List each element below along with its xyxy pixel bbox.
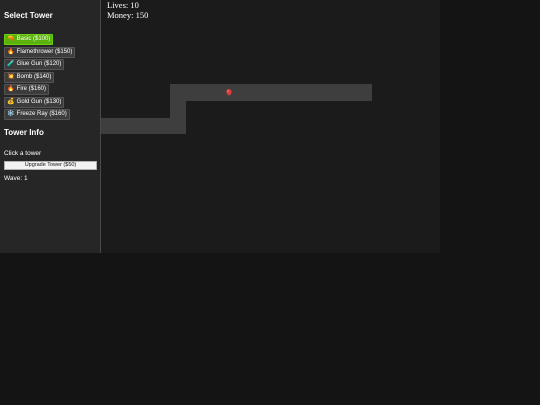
- money-bag-icon: 💰: [7, 98, 15, 105]
- balloon-enemy: [226, 89, 232, 96]
- upgrade-tower-button[interactable]: Upgrade Tower ($50): [4, 161, 97, 170]
- test-tube-icon: 🧪: [7, 61, 15, 67]
- tower-label: Freeze Ray ($160): [16, 111, 67, 117]
- tower-label: Flamethrower ($150): [16, 48, 73, 55]
- tower-label: Basic ($100): [16, 36, 51, 42]
- fire-icon: 🔥: [7, 86, 15, 92]
- tower-info-text: Click a tower: [4, 150, 42, 157]
- money-counter: Money: 150: [107, 9, 149, 20]
- tower-button-gold-gun[interactable]: 💰 Gold Gun ($130): [4, 96, 65, 108]
- sidebar: Select Tower 🔫 Basic ($100) 🔥 Flamethrow…: [0, 0, 101, 253]
- tower-label: Glue Gun ($120): [16, 61, 62, 67]
- tower-button-freeze-ray[interactable]: ❄️ Freeze Ray ($160): [4, 109, 70, 120]
- tower-label: Fire ($160): [16, 86, 47, 92]
- fire-icon: 🔥: [7, 48, 15, 55]
- stats-panel: Lives: 10 Money: 150: [107, 0, 149, 20]
- tower-button-basic[interactable]: 🔫 Basic ($100): [4, 34, 54, 45]
- tower-defense-app: Select Tower 🔫 Basic ($100) 🔥 Flamethrow…: [0, 0, 440, 253]
- enemy-path-segment: [170, 84, 372, 101]
- gun-icon: 🔫: [7, 36, 15, 42]
- wave-counter: Wave: 1: [4, 175, 28, 182]
- select-tower-heading: Select Tower: [4, 11, 53, 20]
- tower-button-flamethrower[interactable]: 🔥 Flamethrower ($150): [4, 46, 76, 58]
- tower-label: Gold Gun ($130): [16, 98, 62, 105]
- explosion-icon: 💥: [7, 73, 15, 80]
- tower-button-bomb[interactable]: 💥 Bomb ($140): [4, 71, 55, 83]
- tower-button-fire[interactable]: 🔥 Fire ($160): [4, 84, 50, 95]
- tower-list: 🔫 Basic ($100) 🔥 Flamethrower ($150) 🧪 G…: [4, 34, 98, 122]
- game-map[interactable]: Lives: 10 Money: 150: [101, 0, 440, 253]
- tower-button-glue-gun[interactable]: 🧪 Glue Gun ($120): [4, 59, 65, 70]
- tower-info-heading: Tower Info: [4, 128, 44, 137]
- snowflake-icon: ❄️: [7, 111, 15, 117]
- tower-label: Bomb ($140): [16, 73, 52, 80]
